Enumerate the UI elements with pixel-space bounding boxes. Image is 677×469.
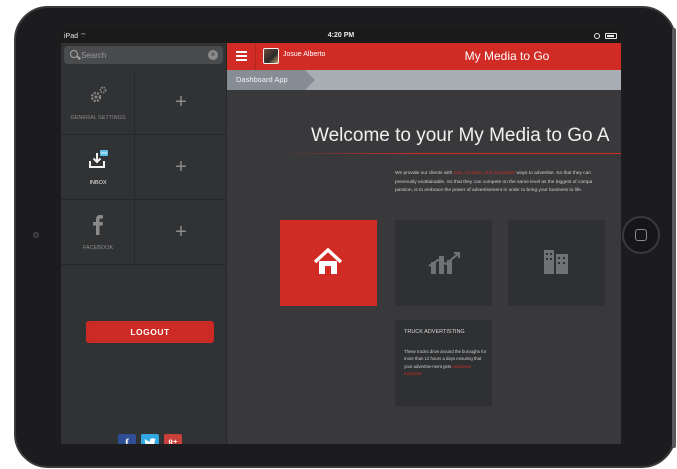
twitter-bird-icon (144, 438, 156, 444)
tile-label: GENERAL SETTINGS (70, 115, 126, 121)
top-bar: Josue Alberto My Media to Go (227, 43, 621, 70)
add-tile-button[interactable]: + (135, 70, 227, 135)
tile-facebook[interactable]: FACEBOOK (61, 200, 135, 265)
topbar-divider (255, 43, 256, 70)
analytics-card[interactable] (395, 220, 492, 306)
intro-text: We provide our clients with new, creativ… (395, 171, 593, 193)
ipad-home-button[interactable] (622, 216, 660, 254)
tile-label: FACEBOOK (82, 245, 114, 251)
search-icon (70, 50, 78, 58)
logout-button[interactable]: LOGOUT (86, 321, 214, 343)
page-title: Welcome to your My Media to Go A (311, 125, 610, 146)
google-plus-share-button[interactable]: 8⁺ (164, 434, 182, 444)
bar-chart-icon (428, 252, 460, 274)
tile-general-settings[interactable]: GENERAL SETTINGS (61, 70, 135, 135)
app-title: My Media to Go (464, 49, 550, 63)
clear-search-icon[interactable]: × (208, 50, 218, 60)
main-content: Welcome to your My Media to Go A We prov… (227, 90, 621, 444)
buildings-icon (544, 250, 568, 274)
status-time: 4:20 PM (327, 32, 355, 39)
breadcrumb-item-dashboard[interactable]: Dashboard App (227, 70, 315, 90)
add-tile-button[interactable]: + (135, 200, 227, 265)
search-bar[interactable]: × (64, 46, 223, 64)
hamburger-menu-icon[interactable] (236, 51, 247, 61)
status-bar: iPad ⌔ 4:20 PM (61, 30, 621, 43)
gears-icon (90, 86, 107, 103)
card-title: TRUCK ADVERTISTING (404, 329, 465, 335)
sidebar: × GENERAL SETTINGS + (61, 43, 227, 444)
ipad-side-edge (672, 28, 676, 448)
inbox-icon (89, 150, 108, 168)
breadcrumb: Dashboard App (227, 70, 621, 90)
facebook-icon (93, 215, 103, 235)
user-name[interactable]: Josue Alberto (283, 51, 325, 58)
sidebar-grid: GENERAL SETTINGS + INBOX + FACEBOOK + (61, 70, 227, 265)
truck-advertising-card[interactable]: TRUCK ADVERTISTING These trucks drive ar… (395, 320, 492, 406)
add-tile-button[interactable]: + (135, 135, 227, 200)
rotation-lock-icon (594, 33, 600, 39)
screen: iPad ⌔ 4:20 PM × GENERAL SETTINGS (61, 30, 621, 444)
title-underline (281, 153, 621, 154)
tile-label: INBOX (89, 180, 107, 186)
home-icon (313, 248, 343, 274)
search-input[interactable] (81, 48, 201, 62)
card-body: These trucks drive around the boroughs f… (404, 349, 487, 376)
buildings-card[interactable] (508, 220, 605, 306)
ipad-camera (33, 232, 39, 238)
avatar[interactable] (263, 48, 279, 64)
home-card[interactable] (280, 220, 377, 306)
twitter-share-button[interactable] (141, 434, 159, 444)
battery-icon (605, 33, 617, 39)
tile-inbox[interactable]: INBOX (61, 135, 135, 200)
facebook-share-button[interactable]: f (118, 434, 136, 444)
